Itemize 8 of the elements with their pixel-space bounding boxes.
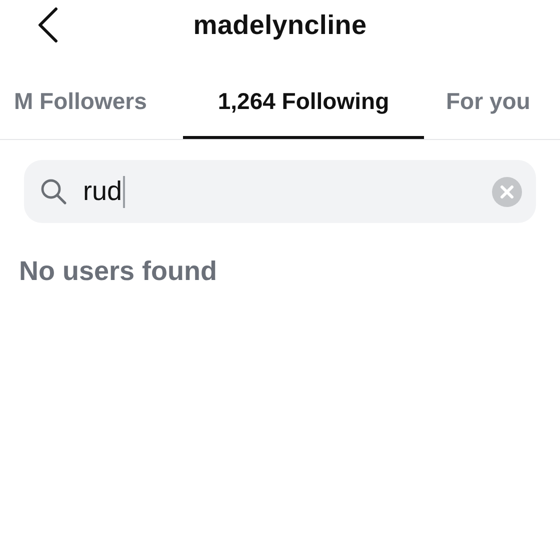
tab[interactable]: For you: [424, 78, 560, 139]
empty-message: No users found: [19, 256, 218, 287]
search-icon: [40, 178, 67, 205]
tab[interactable]: M Followers: [0, 78, 183, 139]
tab[interactable]: 1,264 Following: [183, 78, 424, 139]
back-icon[interactable]: [36, 7, 60, 43]
profile-username: madelyncline: [193, 10, 367, 40]
search-field[interactable]: rud: [24, 160, 536, 223]
